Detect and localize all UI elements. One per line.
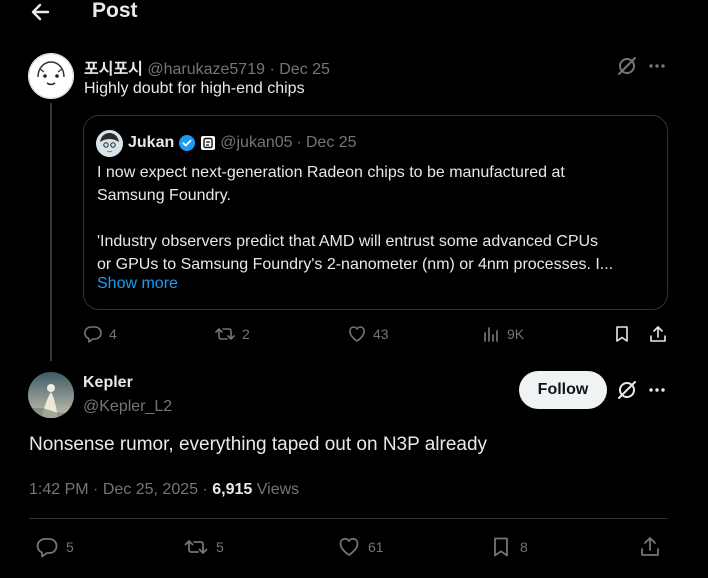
verified-badge-icon: [178, 134, 196, 152]
reply-count: 4: [109, 326, 117, 342]
separator: ·: [296, 134, 302, 151]
post-meta: 1:42 PM · Dec 25, 2025 · 6,915 Views: [29, 481, 299, 499]
separator: ·: [93, 481, 99, 498]
reply-icon: [83, 324, 103, 344]
repost-icon: [214, 324, 236, 344]
separator: ·: [269, 61, 275, 78]
repost-button[interactable]: 5: [183, 535, 224, 559]
share-icon[interactable]: [638, 535, 662, 559]
post-date[interactable]: Dec 25: [279, 61, 330, 78]
grok-icon[interactable]: [616, 55, 638, 77]
bookmark-count: 8: [520, 539, 528, 555]
repost-count: 2: [242, 326, 250, 342]
grok-icon[interactable]: [616, 379, 638, 401]
avatar[interactable]: [28, 372, 74, 418]
like-count: 61: [368, 539, 384, 555]
share-icon[interactable]: [648, 324, 668, 344]
post-text: Highly doubt for high-end chips: [84, 80, 305, 97]
like-button[interactable]: 43: [347, 324, 389, 344]
back-arrow-icon[interactable]: [26, 0, 56, 24]
views-count: 9K: [507, 326, 525, 342]
more-icon[interactable]: [646, 55, 668, 77]
follow-button[interactable]: Follow: [519, 371, 607, 409]
views-label: Views: [256, 481, 300, 498]
views-count: 6,915: [212, 481, 253, 498]
repost-button[interactable]: 2: [214, 324, 250, 344]
views-button[interactable]: 9K: [481, 324, 524, 344]
like-count: 43: [373, 326, 389, 342]
separator: ·: [202, 481, 208, 498]
quote-display-name[interactable]: Jukan: [128, 134, 174, 152]
quote-handle[interactable]: @jukan05: [220, 134, 292, 152]
quote-line: or GPUs to Samsung Foundry's 2-nanometer…: [97, 256, 614, 273]
display-name[interactable]: Kepler: [83, 374, 133, 392]
quote-date[interactable]: Dec 25: [306, 134, 357, 152]
post-time[interactable]: 1:42 PM: [29, 481, 89, 498]
post-date[interactable]: Dec 25, 2025: [103, 481, 198, 498]
like-icon: [347, 324, 367, 344]
more-icon[interactable]: [646, 379, 668, 401]
quote-line: 'Industry observers predict that AMD wil…: [97, 233, 599, 250]
reply-button[interactable]: 5: [35, 535, 74, 559]
quote-line: I now expect next-generation Radeon chip…: [97, 164, 565, 181]
page-title: Post: [92, 0, 138, 22]
post-text: Nonsense rumor, everything taped out on …: [29, 434, 488, 455]
quote-header: Jukan @jukan05 · Dec 25: [128, 134, 357, 152]
bookmark-icon[interactable]: [612, 324, 632, 344]
reply-button[interactable]: 4: [83, 324, 117, 344]
show-more-link[interactable]: Show more: [97, 275, 178, 293]
quote-avatar[interactable]: [96, 130, 123, 157]
display-name[interactable]: 포시포시: [84, 61, 143, 78]
quote-line: Samsung Foundry.: [97, 187, 231, 204]
avatar[interactable]: [28, 53, 74, 99]
reply-icon: [35, 535, 59, 559]
affiliate-badge-icon: [200, 135, 216, 151]
reply-count: 5: [66, 539, 74, 555]
bookmark-icon: [489, 535, 513, 559]
parent-post-header: 포시포시 @harukaze5719 · Dec 25: [84, 55, 330, 79]
handle[interactable]: @Kepler_L2: [83, 398, 172, 416]
like-icon: [337, 535, 361, 559]
divider: [29, 518, 668, 519]
repost-icon: [183, 535, 209, 559]
handle[interactable]: @harukaze5719: [147, 61, 265, 78]
like-button[interactable]: 61: [337, 535, 384, 559]
repost-count: 5: [216, 539, 224, 555]
quote-text: I now expect next-generation Radeon chip…: [97, 161, 657, 276]
bookmark-button[interactable]: 8: [489, 535, 528, 559]
thread-line: [50, 103, 52, 361]
views-icon: [481, 324, 501, 344]
